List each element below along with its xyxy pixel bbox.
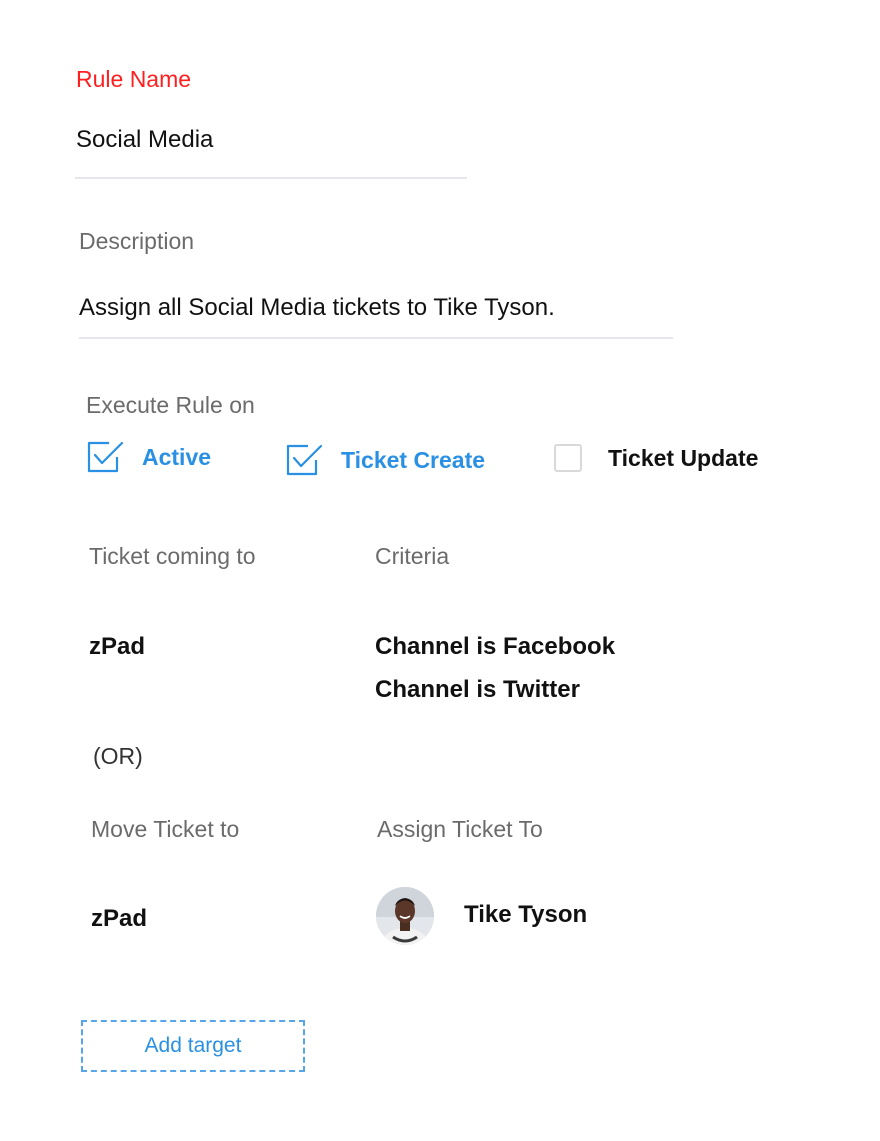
assign-ticket-to-label: Assign Ticket To [377,816,543,842]
rule-name-label: Rule Name [76,66,192,92]
ticket-create-checkbox[interactable]: Ticket Create [285,443,485,477]
checked-checkbox-icon [86,440,124,474]
or-separator: (OR) [93,743,143,769]
description-input[interactable]: Assign all Social Media tickets to Tike … [79,294,555,322]
ticket-create-checkbox-label: Ticket Create [341,446,486,473]
assignee-name: Tike Tyson [464,901,588,928]
active-checkbox-label: Active [142,443,212,470]
rule-name-input[interactable]: Social Media [76,126,213,154]
checked-checkbox-icon [285,443,323,477]
criteria-label: Criteria [375,543,450,569]
description-label: Description [79,228,195,254]
user-avatar-icon [376,887,434,945]
rule-name-underline [75,177,467,179]
description-underline [79,337,673,339]
criteria-condition: Channel is Facebook [375,633,616,660]
move-ticket-to-label: Move Ticket to [91,816,240,842]
move-ticket-to-value: zPad [91,905,148,932]
unchecked-checkbox-icon [554,444,582,472]
ticket-coming-to-value: zPad [89,633,146,660]
add-target-button[interactable]: Add target [81,1020,305,1072]
ticket-update-checkbox-label: Ticket Update [608,444,759,471]
ticket-update-checkbox[interactable]: Ticket Update [554,444,758,472]
execute-rule-label: Execute Rule on [86,392,255,418]
ticket-coming-to-label: Ticket coming to [89,543,256,569]
criteria-condition: Channel is Twitter [375,676,580,703]
active-checkbox[interactable]: Active [86,440,211,474]
